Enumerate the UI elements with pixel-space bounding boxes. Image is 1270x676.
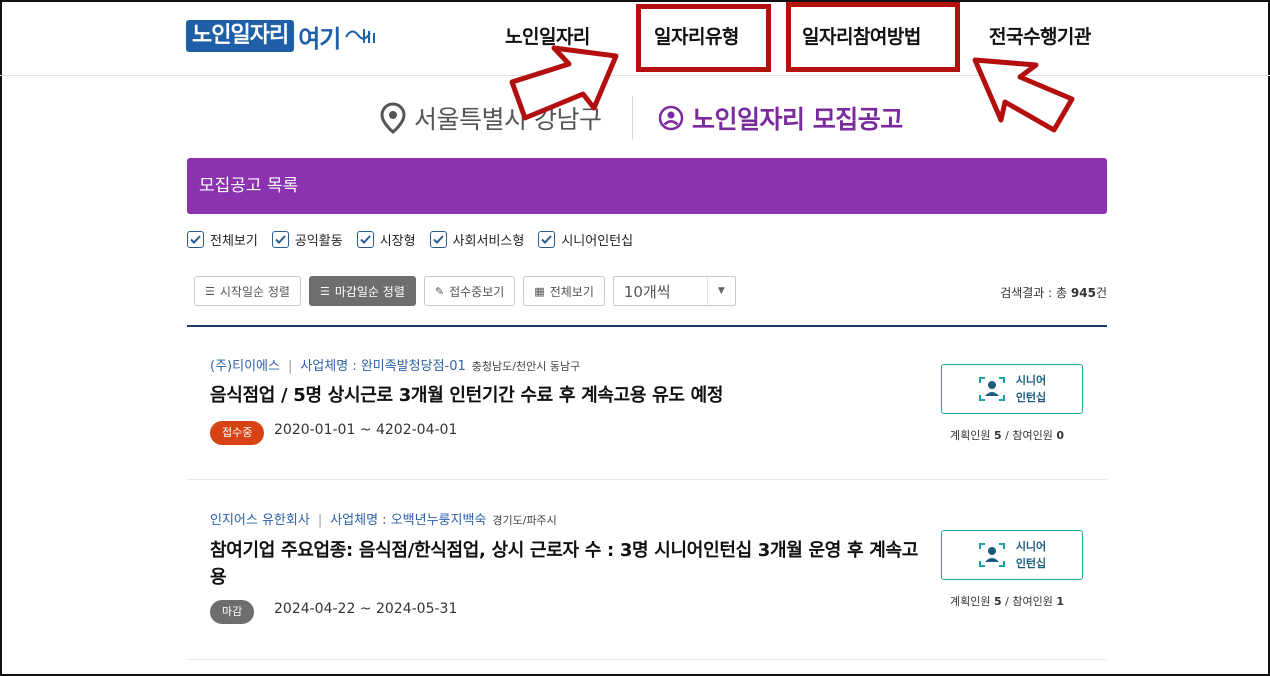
joined-count: 0 bbox=[1056, 429, 1064, 442]
filter-senior-internship[interactable]: 시니어인턴십 bbox=[538, 230, 633, 249]
filter-label: 시장형 bbox=[379, 233, 416, 249]
checkbox-checked-icon[interactable] bbox=[356, 230, 374, 248]
checkbox-checked-icon[interactable] bbox=[271, 230, 289, 248]
sort-start-label: 시작일순 정렬 bbox=[219, 284, 290, 299]
filter-label: 공익활동 bbox=[294, 233, 343, 249]
view-all-button[interactable]: ▦ 전체보기 bbox=[523, 276, 605, 306]
sort-end-label: 마감일순 정렬 bbox=[334, 284, 405, 299]
listing-dates: 2020-01-01 ~ 4202-04-01 bbox=[274, 422, 458, 438]
arrow-right-icon bbox=[972, 57, 1075, 133]
sort-start-button[interactable]: ☰ 시작일순 정렬 bbox=[194, 276, 301, 306]
planned-count: 5 bbox=[993, 595, 1002, 608]
caret-down-icon[interactable]: ▼ bbox=[706, 277, 735, 305]
list-header-bar: 모집공고 목록 bbox=[187, 158, 1107, 214]
business-name: 사업체명 : 오백년누룽지백숙 bbox=[330, 513, 487, 528]
listing-item[interactable]: (주)티이에스 | 사업체명 : 완미족발청당점-01 충청남도/천안시 동남구 음식… bbox=[187, 327, 1107, 480]
joined-count: 1 bbox=[1056, 595, 1064, 608]
job-type-label: 시니어 인턴십 bbox=[1016, 538, 1046, 572]
job-type-button[interactable]: 시니어 인턴십 bbox=[941, 530, 1083, 580]
filter-market-type[interactable]: 시장형 bbox=[356, 230, 416, 249]
listing-divider bbox=[187, 659, 1107, 660]
filter-all[interactable]: 전체보기 bbox=[187, 230, 258, 249]
checkbox-checked-icon[interactable] bbox=[429, 230, 447, 248]
listing-meta: (주)티이에스 | 사업체명 : 완미족발청당점-01 충청남도/천안시 동남구 bbox=[210, 359, 581, 374]
result-unit: 건 bbox=[1095, 286, 1107, 300]
filter-social-service[interactable]: 사회서비스형 bbox=[429, 230, 525, 249]
planned-label: 계획인원 bbox=[950, 595, 991, 608]
listing-region: 경기도/파주시 bbox=[492, 514, 557, 527]
arrow-left-icon bbox=[509, 45, 619, 121]
user-frame-icon bbox=[978, 377, 1005, 401]
filter-public-activity[interactable]: 공익활동 bbox=[271, 230, 343, 249]
listing-title[interactable]: 참여기업 주요업종: 음식점/한식점업, 상시 근로자 수 : 3명 시니어인턴… bbox=[210, 537, 920, 591]
headcount-info: 계획인원 5 / 참여인원 1 bbox=[950, 595, 1064, 608]
listing-region: 충청남도/천안시 동남구 bbox=[471, 360, 581, 373]
filter-label: 전체보기 bbox=[210, 233, 258, 249]
search-result-count: 검색결과 : 총 945건 bbox=[1000, 284, 1107, 301]
job-type-line2: 인턴십 bbox=[1015, 391, 1047, 404]
job-type-line2: 인턴십 bbox=[1015, 557, 1047, 570]
company-name: (주)티이에스 bbox=[210, 359, 280, 374]
open-only-button[interactable]: ✎ 접수중보기 bbox=[423, 276, 516, 306]
result-number: 945 bbox=[1070, 286, 1096, 300]
view-all-label: 전체보기 bbox=[549, 284, 594, 299]
filter-label: 사회서비스형 bbox=[452, 233, 525, 249]
joined-label: 참여인원 bbox=[1012, 595, 1053, 608]
list-icon: ☰ bbox=[319, 284, 330, 298]
planned-count: 5 bbox=[993, 429, 1002, 442]
status-badge: 접수중 bbox=[210, 421, 265, 445]
listing-item[interactable]: 인지어스 유한회사 | 사업체명 : 오백년누룽지백숙 경기도/파주시 참여기업 주요… bbox=[187, 480, 1107, 660]
job-type-label: 시니어 인턴십 bbox=[1016, 372, 1046, 406]
planned-label: 계획인원 bbox=[950, 429, 991, 442]
open-only-label: 접수중보기 bbox=[449, 284, 505, 299]
sort-end-button[interactable]: ☰ 마감일순 정렬 bbox=[308, 276, 416, 306]
pencil-icon: ✎ bbox=[434, 284, 445, 298]
joined-label: 참여인원 bbox=[1012, 429, 1053, 442]
grid-icon: ▦ bbox=[534, 284, 545, 298]
job-type-button[interactable]: 시니어 인턴십 bbox=[941, 364, 1083, 414]
checkbox-checked-icon[interactable] bbox=[187, 230, 204, 248]
listing-dates: 2024-04-22 ~ 2024-05-31 bbox=[274, 601, 458, 617]
list-icon: ☰ bbox=[205, 284, 215, 298]
result-label: 검색결과 : 총 bbox=[1000, 286, 1068, 300]
checkbox-checked-icon[interactable] bbox=[538, 230, 556, 248]
headcount-info: 계획인원 5 / 참여인원 0 bbox=[950, 429, 1064, 442]
user-frame-icon bbox=[978, 543, 1005, 567]
listing-title[interactable]: 음식점업 / 5명 상시근로 3개월 인턴기간 수료 후 계속고용 유도 예정 bbox=[210, 382, 920, 409]
per-page-select[interactable]: 10개씩 ▼ bbox=[612, 276, 736, 306]
job-type-line1: 시니어 bbox=[1015, 374, 1047, 387]
listing-meta: 인지어스 유한회사 | 사업체명 : 오백년누룽지백숙 경기도/파주시 bbox=[210, 513, 557, 528]
sort-toolbar: ☰ 시작일순 정렬 ☰ 마감일순 정렬 ✎ 접수중보기 ▦ 전체보기 10개씩 … bbox=[194, 276, 736, 306]
type-filters: 전체보기 공익활동 시장형 사회서비스형 시니어인턴십 bbox=[187, 228, 647, 250]
status-badge: 마감 bbox=[210, 600, 255, 624]
company-name: 인지어스 유한회사 bbox=[210, 513, 310, 528]
per-page-value: 10개씩 bbox=[623, 282, 671, 301]
filter-label: 시니어인턴십 bbox=[561, 233, 634, 249]
job-type-line1: 시니어 bbox=[1015, 540, 1047, 553]
business-name: 사업체명 : 완미족발청당점-01 bbox=[300, 359, 466, 374]
